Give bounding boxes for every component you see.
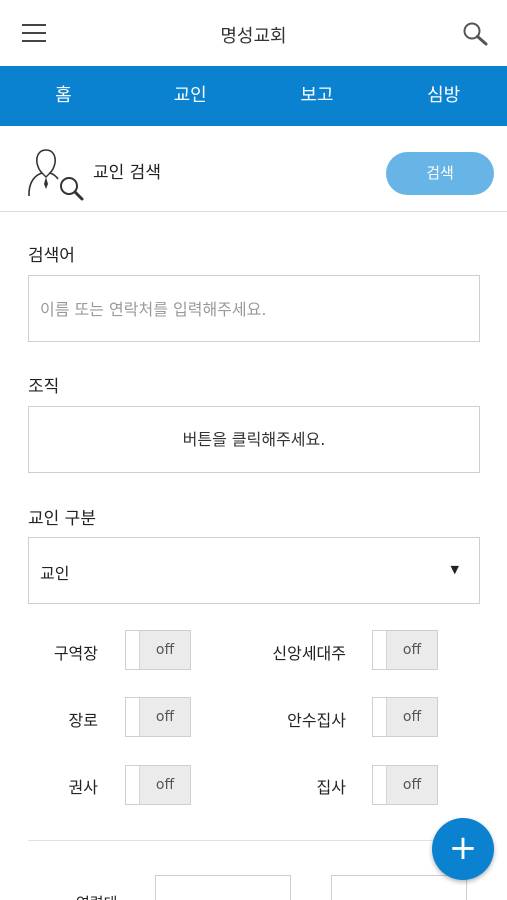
toggle-state: off: [140, 631, 190, 669]
keyword-input[interactable]: 이름 또는 연락처를 입력해주세요.: [28, 275, 480, 342]
toggle-state: off: [387, 631, 437, 669]
toggle-state: off: [387, 698, 437, 736]
tab-home[interactable]: 홈: [0, 66, 127, 126]
toggle-state: off: [140, 766, 190, 804]
age-range-label: 연령대: [76, 892, 117, 900]
age-from-input[interactable]: [155, 875, 291, 900]
member-search-header: 교인 검색 검색: [0, 126, 507, 212]
divider: [28, 840, 480, 841]
toggle-household-head[interactable]: off: [372, 630, 438, 670]
app-title: 명성교회: [220, 26, 287, 47]
tab-reports[interactable]: 보고: [254, 66, 381, 126]
add-button[interactable]: +: [432, 818, 494, 880]
toggle-elder[interactable]: off: [125, 697, 191, 737]
keyword-label: 검색어: [28, 246, 75, 266]
toggle-label-district-leader: 구역장: [53, 644, 98, 663]
org-select-button[interactable]: 버튼을 클릭해주세요.: [28, 406, 480, 473]
top-bar: 명성교회: [0, 0, 507, 66]
toggle-district-leader[interactable]: off: [125, 630, 191, 670]
toggle-ordained-deacon[interactable]: off: [372, 697, 438, 737]
toggle-label-household-head: 신앙세대주: [272, 644, 346, 663]
dropdown-caret-icon: ▼: [450, 563, 459, 576]
toggle-label-deacon: 집사: [316, 778, 346, 797]
org-label: 조직: [28, 377, 60, 397]
age-to-input[interactable]: [331, 875, 467, 900]
toggle-label-kwonsa: 권사: [68, 778, 98, 797]
search-icon[interactable]: [461, 20, 489, 48]
toggle-state: off: [387, 766, 437, 804]
search-button[interactable]: 검색: [386, 152, 494, 195]
toggle-state: off: [140, 698, 190, 736]
toggle-deacon[interactable]: off: [372, 765, 438, 805]
main-tabs: 홈 교인 보고 심방: [0, 66, 507, 133]
tab-visitation[interactable]: 심방: [380, 66, 507, 126]
member-type-select[interactable]: 교인 ▼: [28, 537, 480, 604]
member-type-label: 교인 구분: [28, 509, 96, 529]
tab-members[interactable]: 교인: [127, 66, 254, 133]
toggle-label-ordained-deacon: 안수집사: [287, 711, 346, 730]
section-title: 교인 검색: [93, 163, 161, 183]
toggle-label-elder: 장로: [68, 711, 98, 730]
member-type-value: 교인: [40, 564, 70, 583]
toggle-kwonsa[interactable]: off: [125, 765, 191, 805]
person-search-icon: [28, 149, 84, 201]
